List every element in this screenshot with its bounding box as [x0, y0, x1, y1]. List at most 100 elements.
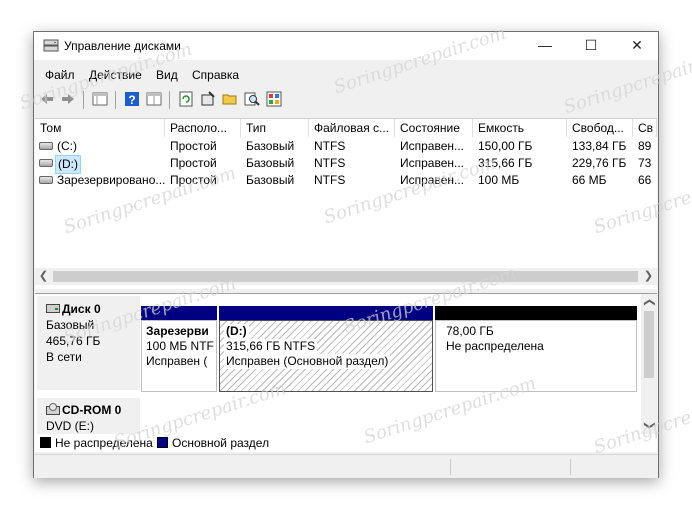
menu-file[interactable]: Файл — [45, 68, 75, 82]
disk-icon — [46, 304, 60, 313]
disk-type: Базовый — [46, 318, 95, 332]
maximize-button[interactable]: ☐ — [568, 32, 614, 60]
legend-unallocated-swatch — [40, 437, 51, 448]
volume-layout: Простой — [170, 156, 217, 170]
open-folder-icon[interactable] — [222, 91, 238, 107]
vertical-scrollbar[interactable]: ❮ ❯ — [641, 294, 657, 434]
volume-free-space: 66 МБ — [572, 173, 607, 187]
cdrom-drive: DVD (E:) — [46, 419, 94, 433]
partition-status: Исправен (Основной раздел) — [224, 354, 391, 369]
partition-details: 78,00 ГБ Не распределена — [435, 320, 637, 392]
settings-icon[interactable] — [266, 91, 282, 107]
menu-view[interactable]: Вид — [156, 68, 178, 82]
partition-reserved[interactable]: Зарезерви 100 МБ NTF Исправен ( — [141, 306, 217, 392]
volume-type: Базовый — [246, 139, 295, 153]
close-button[interactable]: ✕ — [614, 32, 660, 60]
volume-free-percent: 73 — [638, 156, 652, 170]
column-header-volume[interactable]: Том — [35, 119, 165, 137]
volume-type: Базовый — [246, 156, 295, 170]
search-icon[interactable] — [244, 91, 260, 107]
scroll-left-icon[interactable]: ❮ — [35, 268, 52, 285]
partition-size: 315,66 ГБ NTFS — [224, 339, 318, 354]
column-header-status[interactable]: Состояние — [395, 119, 473, 137]
column-header-free-space[interactable]: Свобод... — [567, 119, 633, 137]
legend-primary-label: Основной раздел — [172, 436, 270, 450]
volume-status: Исправен... — [400, 173, 465, 187]
volume-capacity: 100 МБ — [478, 173, 520, 187]
disk-0-label[interactable]: Диск 0 Базовый 465,76 ГБ В сети — [37, 296, 140, 390]
cdrom-0-label[interactable]: CD-ROM 0 DVD (E:) — [37, 398, 140, 434]
legend-unallocated-label: Не распределена — [55, 436, 153, 450]
volume-name: Зарезервировано... — [57, 173, 166, 187]
cdrom-icon — [46, 403, 60, 415]
help-icon[interactable]: ? — [124, 91, 140, 107]
column-header-capacity[interactable]: Емкость — [473, 119, 567, 137]
drive-icon — [39, 176, 53, 184]
volume-filesystem: NTFS — [314, 156, 346, 170]
toolbar: ? — [34, 88, 658, 112]
volume-row-reserved[interactable]: Зарезервировано... Простой Базовый NTFS … — [35, 172, 657, 189]
menu-help[interactable]: Справка — [192, 68, 239, 82]
volume-capacity: 150,00 ГБ — [478, 139, 533, 153]
refresh-icon[interactable] — [178, 91, 194, 107]
partition-size: 78,00 ГБ — [446, 324, 494, 338]
window-title: Управление дисками — [64, 39, 181, 53]
volume-free-space: 133,84 ГБ — [572, 139, 627, 153]
list-view-icon[interactable] — [92, 91, 108, 107]
volume-layout: Простой — [170, 139, 217, 153]
forward-icon[interactable] — [60, 91, 76, 107]
partition-d[interactable]: (D:) 315,66 ГБ NTFS Исправен (Основной р… — [219, 306, 433, 392]
volume-free-percent: 89 — [638, 139, 652, 153]
status-bar — [34, 454, 658, 478]
column-header-free-percent[interactable]: Св — [633, 119, 657, 137]
properties-icon[interactable] — [200, 91, 216, 107]
horizontal-scrollbar[interactable]: ❮ ❯ — [35, 268, 657, 285]
minimize-button[interactable]: — — [522, 32, 568, 60]
cdrom-name: CD-ROM 0 — [62, 403, 122, 417]
partition-status: Исправен ( — [146, 354, 208, 368]
partition-status: Не распределена — [446, 339, 544, 353]
vertical-scroll-thumb[interactable] — [644, 311, 654, 378]
disk-name: Диск 0 — [62, 302, 101, 316]
partition-type-bar — [435, 306, 637, 320]
panel-view-icon[interactable] — [146, 91, 162, 107]
volume-row-d[interactable]: (D:) Простой Базовый NTFS Исправен... 31… — [35, 155, 657, 174]
scroll-up-icon[interactable]: ❮ — [641, 295, 658, 311]
back-icon[interactable] — [39, 91, 55, 107]
toolbar-separator — [83, 91, 84, 109]
volume-filesystem: NTFS — [314, 173, 346, 187]
partition-title: Зарезерви — [146, 324, 209, 338]
scroll-right-icon[interactable]: ❯ — [640, 268, 657, 285]
scroll-down-icon[interactable]: ❯ — [641, 418, 658, 434]
title-bar[interactable]: Управление дисками — ☐ ✕ — [34, 32, 658, 60]
status-separator — [450, 459, 451, 475]
partition-size: 100 МБ NTF — [146, 339, 214, 353]
disk-graphical-view: Диск 0 Базовый 465,76 ГБ В сети Зарезерв… — [35, 293, 657, 434]
column-header-layout[interactable]: Располо... — [165, 119, 241, 137]
column-header-filesystem[interactable]: Файловая с... — [309, 119, 395, 137]
partition-title: (D:) — [224, 324, 249, 339]
volume-status: Исправен... — [400, 139, 465, 153]
partition-type-bar — [219, 306, 433, 320]
partition-unallocated[interactable]: 78,00 ГБ Не распределена — [435, 306, 637, 392]
volume-filesystem: NTFS — [314, 139, 346, 153]
volume-status: Исправен... — [400, 156, 465, 170]
legend: Не распределена Основной раздел — [35, 434, 657, 452]
volume-name: (C:) — [57, 139, 77, 153]
volume-layout: Простой — [170, 173, 217, 187]
disk-management-icon — [43, 39, 59, 52]
volume-type: Базовый — [246, 173, 295, 187]
menu-bar: Файл Действие Вид Справка — [34, 66, 658, 84]
volume-row-c[interactable]: (C:) Простой Базовый NTFS Исправен... 15… — [35, 138, 657, 155]
horizontal-scroll-thumb[interactable] — [53, 271, 638, 282]
partition-type-bar — [141, 306, 217, 320]
partition-details: Зарезерви 100 МБ NTF Исправен ( — [141, 320, 217, 392]
disk-state: В сети — [46, 350, 82, 364]
toolbar-separator — [169, 91, 170, 109]
menu-action[interactable]: Действие — [89, 68, 142, 82]
status-separator — [570, 459, 571, 475]
column-header-type[interactable]: Тип — [241, 119, 309, 137]
volume-list: Том Располо... Тип Файловая с... Состоян… — [35, 118, 657, 289]
drive-icon — [39, 142, 53, 150]
volume-free-space: 229,76 ГБ — [572, 156, 627, 170]
